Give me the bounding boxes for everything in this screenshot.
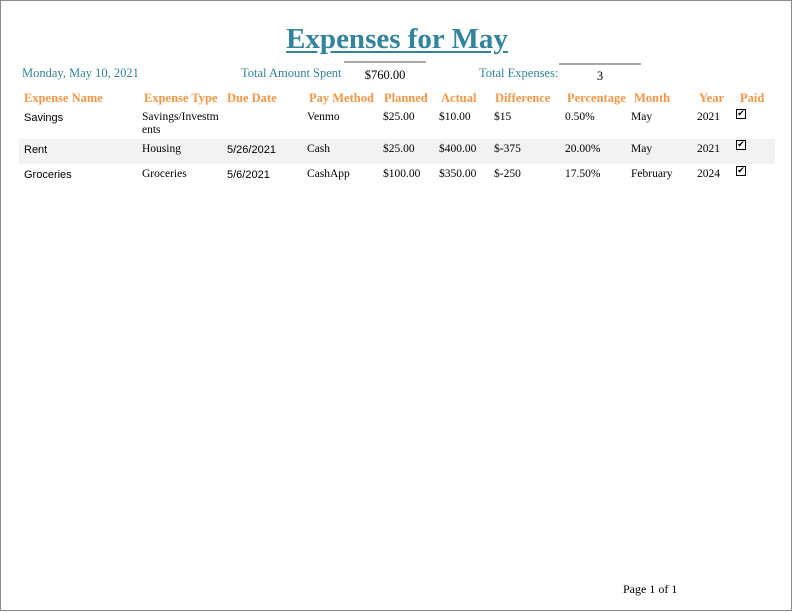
column-header-pay-method: Pay Method — [309, 91, 374, 105]
cell-pay-method: Venmo — [307, 111, 340, 123]
cell-expense-name: Rent — [24, 144, 48, 156]
cell-expense-name: Groceries — [24, 169, 72, 181]
cell-due-date: 5/6/2021 — [227, 169, 270, 181]
column-header-planned: Planned — [384, 91, 428, 105]
cell-pay-method: CashApp — [307, 168, 350, 180]
paid-checkbox[interactable]: ✔ — [736, 166, 746, 176]
total-expenses-value: 3 — [596, 69, 604, 83]
column-header-percentage: Percentage — [567, 91, 626, 105]
cell-expense-type: Groceries — [142, 168, 187, 180]
cell-actual: $10.00 — [439, 111, 471, 123]
cell-expense-name: Savings — [24, 112, 64, 124]
cell-percentage: 17.50% — [565, 168, 601, 180]
cell-planned: $25.00 — [383, 111, 415, 123]
cell-planned: $25.00 — [383, 143, 415, 155]
cell-pay-method: Cash — [307, 143, 330, 155]
cell-year: 2024 — [697, 168, 720, 180]
column-header-paid: Paid — [740, 91, 765, 105]
paid-checkbox[interactable]: ✔ — [736, 109, 746, 119]
total-spent-label: Total Amount Spent — [241, 66, 342, 80]
cell-month: February — [631, 168, 673, 180]
total-spent-divider — [344, 61, 426, 63]
cell-actual: $400.00 — [439, 143, 477, 155]
cell-year: 2021 — [697, 143, 720, 155]
column-header-difference: Difference — [495, 91, 551, 105]
cell-month: May — [631, 143, 653, 155]
cell-difference: $-250 — [494, 168, 521, 180]
total-spent-value: $760.00 — [364, 68, 406, 82]
cell-percentage: 0.50% — [565, 111, 595, 123]
column-header-actual: Actual — [441, 91, 477, 105]
column-header-due-date: Due Date — [227, 91, 277, 105]
cell-expense-type: Housing — [142, 143, 181, 155]
page-number: Page 1 of 1 — [623, 582, 678, 596]
cell-planned: $100.00 — [383, 168, 421, 180]
cell-expense-type: Savings/Investments — [142, 111, 219, 136]
column-header-month: Month — [634, 91, 671, 105]
cell-difference: $15 — [494, 111, 512, 123]
cell-month: May — [631, 111, 653, 123]
total-expenses-divider — [559, 63, 641, 65]
cell-year: 2021 — [697, 111, 720, 123]
column-header-year: Year — [699, 91, 724, 105]
report-page: Expenses for May Monday, May 10, 2021 To… — [0, 0, 792, 611]
column-header-expense-type: Expense Type — [144, 91, 218, 105]
total-expenses-label: Total Expenses: — [479, 66, 559, 80]
report-date: Monday, May 10, 2021 — [22, 66, 139, 80]
cell-actual: $350.00 — [439, 168, 477, 180]
column-header-expense-name: Expense Name — [24, 91, 103, 105]
report-title: Expenses for May — [286, 23, 508, 55]
cell-percentage: 20.00% — [565, 143, 601, 155]
paid-checkbox[interactable]: ✔ — [736, 140, 746, 150]
cell-due-date: 5/26/2021 — [227, 144, 276, 156]
cell-difference: $-375 — [494, 143, 521, 155]
